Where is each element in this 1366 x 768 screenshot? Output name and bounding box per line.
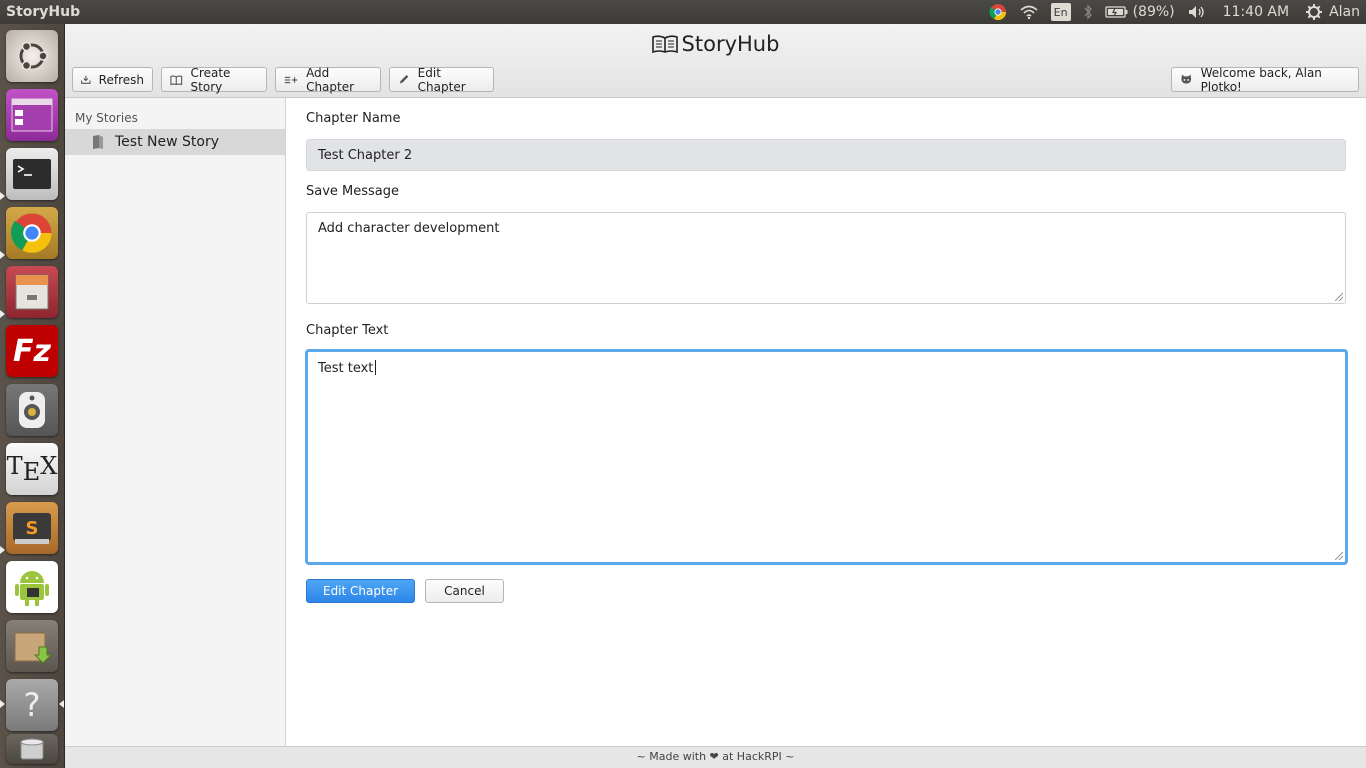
files-manager-icon[interactable] [6, 89, 58, 141]
pencil-icon [399, 75, 409, 84]
chapter-name-label: Chapter Name [306, 111, 401, 126]
app-header: StoryHub Refresh Create Story Add Chapte… [65, 24, 1366, 98]
chapter-text-textarea[interactable]: Test text [305, 349, 1348, 565]
terminal-icon[interactable] [6, 148, 58, 200]
sidebar-item-label: Test New Story [115, 134, 219, 150]
save-message-textarea[interactable]: Add character development [306, 212, 1346, 304]
add-chapter-button[interactable]: Add Chapter [275, 65, 381, 94]
system-top-panel: StoryHub En (89%) 11:40 AM Alan [0, 0, 1366, 24]
file-cabinet-icon[interactable] [6, 266, 58, 318]
brand-title: StoryHub [681, 32, 780, 56]
launcher: Fz TEX S ? [0, 24, 65, 768]
cancel-button[interactable]: Cancel [425, 579, 504, 603]
filezilla-icon[interactable]: Fz [6, 325, 58, 377]
running-indicator [0, 546, 5, 554]
chapter-text-label: Chapter Text [306, 323, 389, 338]
android-studio-icon[interactable] [6, 561, 58, 613]
speaker-icon[interactable] [6, 384, 58, 436]
session-user-name: Alan [1329, 4, 1360, 20]
indicator-area: En (89%) 11:40 AM Alan [983, 0, 1366, 24]
active-app-name: StoryHub [6, 4, 81, 20]
storyhub-window: StoryHub Refresh Create Story Add Chapte… [65, 24, 1366, 768]
app-footer: ~ Made with ❤ at HackRPI ~ [65, 746, 1366, 768]
active-indicator [59, 700, 64, 708]
welcome-label: Welcome back, Alan Plotko! [1200, 65, 1322, 94]
sublime-text-icon[interactable]: S [6, 502, 58, 554]
refresh-button[interactable]: Refresh [72, 67, 153, 92]
running-indicator [0, 310, 5, 318]
help-icon[interactable]: ? [6, 679, 58, 731]
svg-text:S: S [26, 518, 39, 539]
chapter-name-field[interactable]: Test Chapter 2 [306, 139, 1346, 171]
running-indicator [0, 251, 5, 259]
wifi-icon[interactable] [1013, 0, 1045, 24]
create-story-button[interactable]: Create Story [161, 65, 267, 94]
trash-icon[interactable] [6, 734, 58, 764]
create-story-label: Create Story [190, 65, 231, 94]
battery-percentage: (89%) [1132, 4, 1175, 20]
book-icon [170, 75, 183, 85]
sidebar-section-title: My Stories [75, 111, 138, 125]
chapter-text-value: Test text [318, 361, 374, 376]
running-indicator [0, 192, 5, 200]
download-icon [81, 75, 91, 84]
stories-sidebar: My Stories Test New Story [65, 98, 286, 746]
save-message-value: Add character development [318, 221, 500, 236]
edit-chapter-submit-button[interactable]: Edit Chapter [306, 579, 415, 603]
welcome-user-button[interactable]: Welcome back, Alan Plotko! [1171, 65, 1359, 94]
chapter-name-value: Test Chapter 2 [318, 147, 413, 163]
brand: StoryHub [65, 32, 1366, 56]
tex-editor-icon[interactable]: TEX [6, 443, 58, 495]
text-caret [375, 360, 377, 375]
power-gear-icon [1306, 4, 1323, 20]
keyboard-language-indicator[interactable]: En [1050, 3, 1071, 21]
github-cat-icon [1181, 74, 1192, 84]
volume-icon[interactable] [1181, 0, 1213, 24]
session-menu[interactable]: Alan [1299, 0, 1366, 24]
save-message-label: Save Message [306, 184, 400, 199]
edit-chapter-toolbar-label: Edit Chapter [417, 65, 466, 94]
chrome-icon[interactable] [6, 207, 58, 259]
resize-grip[interactable] [1335, 293, 1343, 301]
battery-icon [1104, 6, 1128, 18]
refresh-label: Refresh [98, 72, 144, 87]
resize-grip[interactable] [1335, 552, 1343, 560]
open-book-icon [651, 35, 678, 54]
sidebar-item-test-new-story[interactable]: Test New Story [65, 129, 285, 155]
list-add-icon [284, 76, 298, 83]
story-book-icon [93, 135, 103, 149]
bluetooth-icon[interactable] [1077, 0, 1099, 24]
running-indicator [0, 700, 5, 708]
add-chapter-label: Add Chapter [306, 65, 355, 94]
chrome-indicator-icon[interactable] [983, 0, 1013, 24]
battery-indicator[interactable]: (89%) [1099, 0, 1181, 24]
archive-manager-icon[interactable] [6, 620, 58, 672]
clock[interactable]: 11:40 AM [1213, 0, 1299, 24]
ubuntu-dash-icon[interactable] [6, 30, 58, 82]
edit-chapter-toolbar-button[interactable]: Edit Chapter [389, 65, 494, 94]
